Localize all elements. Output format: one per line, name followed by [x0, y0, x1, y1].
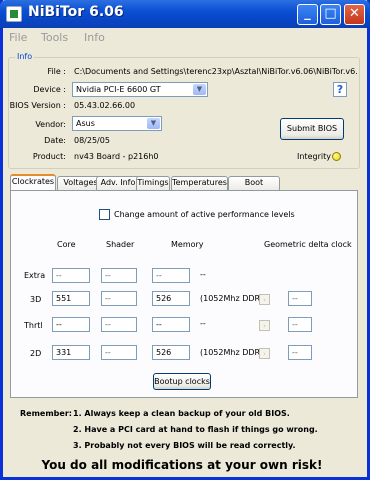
menu-tools[interactable]: Tools	[41, 31, 68, 44]
thrtl-shader-input[interactable]: --	[101, 317, 137, 332]
header-shader: Shader	[106, 240, 135, 249]
remember-item-3: 3. Probably not every BIOS will be read …	[73, 441, 296, 450]
date-label: Date:	[44, 136, 66, 145]
vendor-select[interactable]: Asus ▼	[72, 116, 162, 131]
performance-levels-checkbox[interactable]	[99, 209, 110, 220]
thrtl-memory-input[interactable]: --	[152, 317, 190, 332]
2d-ddr-label: (1052Mhz DDR)	[200, 348, 264, 357]
tab-boot-settings[interactable]: Boot Settings	[228, 176, 280, 199]
2d-core-input[interactable]: 331	[52, 345, 90, 360]
bios-version-label: BIOS Version :	[9, 101, 66, 110]
risk-warning: You do all modifications at your own ris…	[41, 458, 323, 472]
3d-delta-arrow-icon[interactable]: ›	[259, 294, 270, 305]
tab-adv-info[interactable]: Adv. Info	[96, 176, 140, 190]
thrtl-core-input[interactable]: --	[52, 317, 90, 332]
window-title: NiBiTor 6.06	[28, 4, 124, 20]
tab-clockrates[interactable]: Clockrates	[10, 174, 56, 191]
2d-shader-input[interactable]: --	[101, 345, 137, 360]
menu-bar: File Tools Info	[3, 28, 367, 46]
title-bar[interactable]: NiBiTor 6.06 _ □ ✕	[0, 0, 370, 28]
device-label: Device :	[33, 85, 66, 94]
header-core: Core	[57, 240, 76, 249]
2d-memory-input[interactable]: 526	[152, 345, 190, 360]
row-label-3d: 3D	[30, 295, 42, 304]
device-value: Nvidia PCI-E 6600 GT	[76, 85, 161, 94]
vendor-value: Asus	[76, 119, 95, 128]
close-icon[interactable]: ✕	[344, 4, 365, 25]
tab-temperatures[interactable]: Temperatures	[171, 176, 228, 190]
3d-ddr-label: (1052Mhz DDR)	[200, 294, 264, 303]
3d-shader-input[interactable]: --	[101, 291, 137, 306]
product-label: Product:	[32, 152, 66, 161]
extra-memory-input[interactable]: --	[152, 268, 190, 283]
2d-delta-input[interactable]: --	[288, 345, 312, 360]
menu-file[interactable]: File	[9, 31, 27, 44]
minimize-icon[interactable]: _	[297, 4, 318, 25]
remember-item-2: 2. Have a PCI card at hand to flash if t…	[73, 425, 318, 434]
maximize-icon[interactable]: □	[320, 4, 341, 25]
3d-delta-input[interactable]: --	[288, 291, 312, 306]
row-label-2d: 2D	[30, 349, 42, 358]
submit-bios-button[interactable]: Submit BIOS	[280, 118, 344, 140]
file-path: C:\Documents and Settings\terenc23xp\Asz…	[74, 67, 358, 76]
chevron-down-icon[interactable]: ▼	[193, 84, 206, 95]
app-icon	[6, 6, 22, 22]
help-icon[interactable]: ?	[333, 82, 347, 97]
device-select[interactable]: Nvidia PCI-E 6600 GT ▼	[72, 82, 208, 97]
integrity-indicator	[332, 152, 341, 161]
thrtl-delta-input[interactable]: --	[288, 317, 312, 332]
tab-timings[interactable]: Timings	[136, 176, 170, 190]
info-group-label: Info	[15, 52, 35, 61]
extra-core-input[interactable]: --	[52, 268, 90, 283]
row-label-extra: Extra	[24, 271, 46, 280]
chevron-down-icon[interactable]: ▼	[147, 118, 160, 129]
remember-label: Remember:	[20, 409, 72, 418]
integrity-label: Integrity :	[297, 152, 337, 161]
thrtl-delta-arrow-icon[interactable]: ›	[259, 320, 270, 331]
menu-info[interactable]: Info	[84, 31, 105, 44]
thrtl-ddr-label: --	[200, 319, 206, 328]
product-value: nv43 Board - p216h0	[74, 152, 159, 161]
vendor-label: Vendor:	[35, 120, 66, 129]
bios-version-value: 05.43.02.66.00	[74, 101, 136, 110]
extra-ddr-label: --	[200, 270, 206, 279]
header-delta-clock: Geometric delta clock	[264, 240, 352, 249]
2d-delta-arrow-icon[interactable]: ›	[259, 348, 270, 359]
performance-levels-label: Change amount of active performance leve…	[114, 210, 295, 219]
bootup-clocks-button[interactable]: Bootup clocks	[153, 373, 211, 390]
date-value: 08/25/05	[74, 136, 110, 145]
3d-core-input[interactable]: 551	[52, 291, 90, 306]
row-label-thrtl: Thrtl	[24, 321, 43, 330]
3d-memory-input[interactable]: 526	[152, 291, 190, 306]
file-label: File :	[47, 67, 66, 76]
header-memory: Memory	[171, 240, 204, 249]
remember-item-1: 1. Always keep a clean backup of your ol…	[73, 409, 290, 418]
extra-shader-input[interactable]: --	[101, 268, 137, 283]
